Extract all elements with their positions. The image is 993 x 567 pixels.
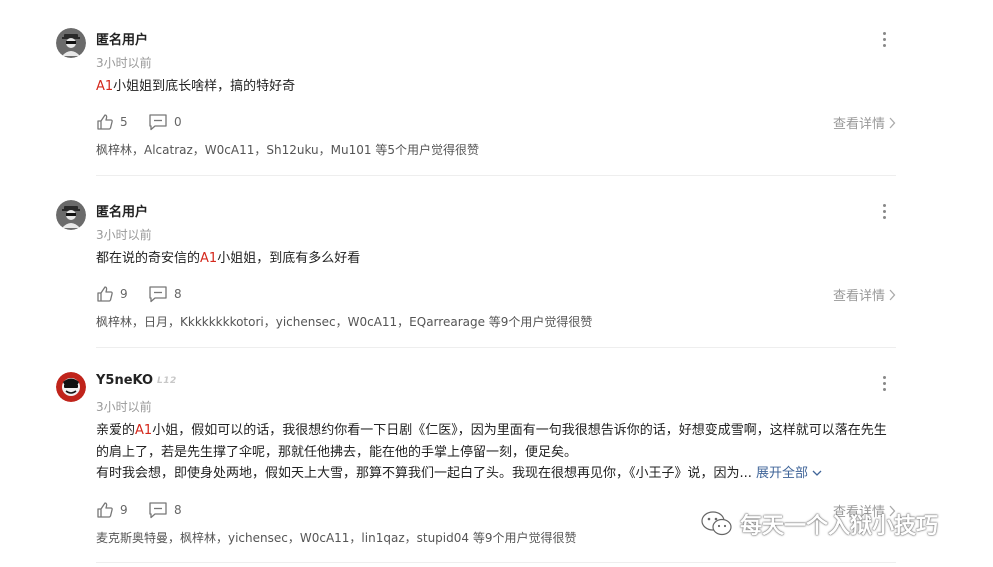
reply-count: 0 [174, 115, 182, 129]
reply-count: 8 [174, 287, 182, 301]
expand-all-link[interactable]: 展开全部 [756, 466, 822, 481]
watermark-text: 每天一个入狱小技巧 [740, 514, 939, 539]
divider [96, 347, 896, 348]
level-badge: L12 [157, 376, 177, 386]
comment-icon [149, 286, 167, 303]
content-text: 都在说的奇安信的 [96, 251, 201, 266]
divider [96, 562, 896, 563]
content-text: 亲爱的 [96, 423, 136, 438]
highlight-text: A1 [135, 423, 153, 438]
comment-actions: 9 8 查看详情 [96, 284, 896, 304]
like-button[interactable]: 9 [96, 500, 128, 520]
chevron-right-icon [889, 117, 896, 128]
comment-actions: 5 0 查看详情 [96, 112, 896, 132]
username[interactable]: 匿名用户 [96, 201, 148, 220]
likers-summary: 枫梓林，Alcatraz，W0cA11，Sh12uku，Mu101 等5个用户觉… [96, 143, 479, 157]
content-text: 小姐，假如可以的话，我很想约你看一下日剧《仁医》，因为里面有一句我很想告诉你的话… [96, 423, 887, 460]
divider [96, 175, 896, 176]
expand-all-label: 展开全部 [756, 466, 809, 481]
timestamp: 3小时以前 [96, 400, 152, 414]
red-avatar[interactable] [56, 372, 86, 402]
comment-content: A1小姐姐到底长啥样，搞的特好奇 [96, 76, 896, 98]
view-details-label: 查看详情 [832, 117, 885, 132]
chevron-down-icon [812, 470, 822, 476]
anonymous-avatar[interactable] [56, 28, 86, 58]
anonymous-avatar[interactable] [56, 200, 86, 230]
reply-count: 8 [174, 503, 182, 517]
watermark: 每天一个入狱小技巧 [700, 507, 938, 541]
comment-icon [149, 114, 167, 131]
view-details-link[interactable]: 查看详情 [833, 113, 896, 132]
content-text: 小姐姐到底长啥样，搞的特好奇 [113, 79, 296, 94]
more-options-button[interactable] [876, 202, 892, 220]
timestamp: 3小时以前 [96, 56, 152, 70]
comment-icon [149, 502, 167, 519]
highlight-text: A1 [96, 79, 114, 94]
view-details-link[interactable]: 查看详情 [833, 285, 896, 304]
comment-feed: 匿名用户 3小时以前 A1小姐姐到底长啥样，搞的特好奇 5 0 查看详情 枫梓林… [0, 0, 993, 567]
thumbs-up-icon [97, 286, 113, 302]
content-text-line2: 有时我会想，即使身处两地，假如天上大雪，那算不算我们一起白了头。我现在很想再见你… [96, 466, 752, 481]
comment-content: 亲爱的A1小姐，假如可以的话，我很想约你看一下日剧《仁医》，因为里面有一句我很想… [96, 420, 896, 485]
likers-summary: 枫梓林，日月，Kkkkkkkkotori，yichensec，W0cA11，EQ… [96, 315, 593, 329]
timestamp: 3小时以前 [96, 228, 152, 242]
like-count: 9 [120, 503, 128, 517]
username[interactable]: 匿名用户 [96, 29, 148, 48]
more-options-button[interactable] [876, 374, 892, 392]
like-count: 5 [120, 115, 128, 129]
reply-button[interactable]: 8 [148, 284, 182, 304]
view-details-label: 查看详情 [832, 289, 885, 304]
username[interactable]: Y5neKO [96, 373, 153, 388]
reply-button[interactable]: 0 [148, 112, 182, 132]
like-button[interactable]: 9 [96, 284, 128, 304]
like-button[interactable]: 5 [96, 112, 128, 132]
thumbs-up-icon [97, 502, 113, 518]
thumbs-up-icon [97, 114, 113, 130]
like-count: 9 [120, 287, 128, 301]
chevron-right-icon [889, 289, 896, 300]
comment-content: 都在说的奇安信的A1小姐姐，到底有多么好看 [96, 248, 896, 270]
content-text: 小姐姐，到底有多么好看 [217, 251, 361, 266]
reply-button[interactable]: 8 [148, 500, 182, 520]
likers-summary: 麦克斯奥特曼，枫梓林，yichensec，W0cA11，lin1qaz，stup… [96, 531, 577, 545]
highlight-text: A1 [200, 251, 218, 266]
wechat-icon [701, 511, 732, 536]
more-options-button[interactable] [876, 30, 892, 48]
